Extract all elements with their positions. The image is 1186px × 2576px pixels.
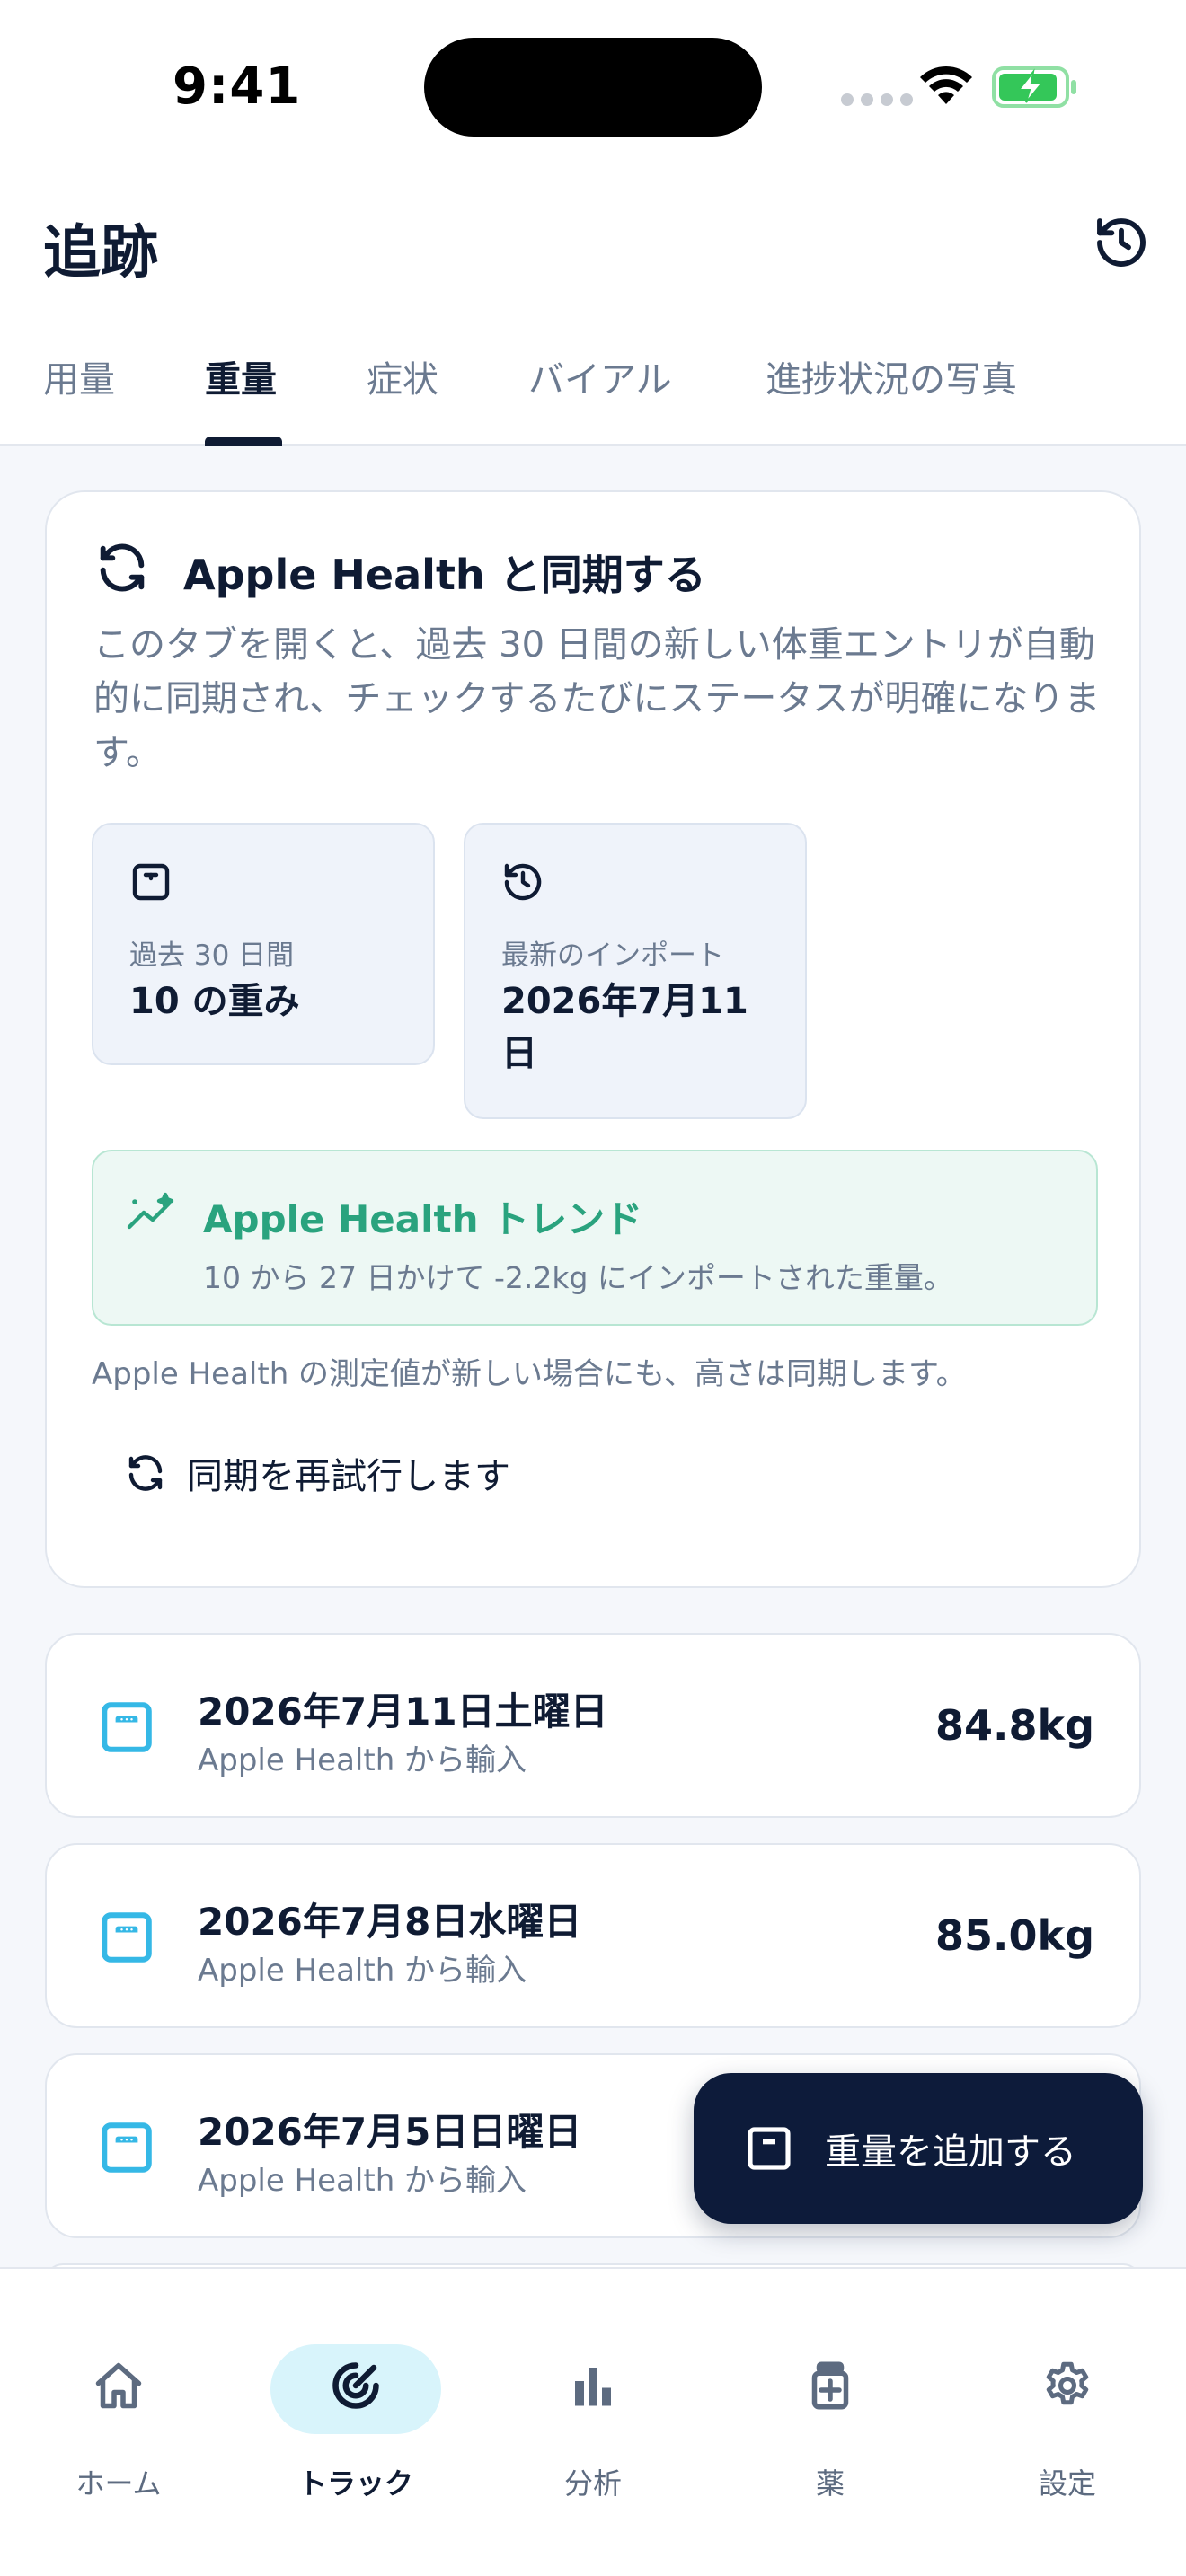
- bottom-nav: ホーム トラック 分析 薬 設定: [0, 2267, 1186, 2576]
- sync-note: Apple Health の測定値が新しい場合にも、高さは同期します。: [92, 1356, 967, 1392]
- stat-weights-30-days: 過去 30 日間 10 の重み: [92, 823, 435, 1065]
- entry-date: 2026年7月11日土曜日: [198, 1689, 608, 1734]
- nav-home[interactable]: ホーム: [20, 2308, 217, 2501]
- trend-box: Apple Health トレンド 10 から 27 日かけて -2.2kg に…: [92, 1150, 1098, 1326]
- home-icon: [92, 2359, 146, 2413]
- gear-icon: [1040, 2359, 1094, 2413]
- active-tab-indicator: [205, 437, 282, 446]
- scale-icon: [748, 2127, 791, 2170]
- scale-icon: [102, 1702, 152, 1752]
- trend-text: 10 から 27 日かけて -2.2kg にインポートされた重量。: [203, 1260, 953, 1295]
- trend-title: Apple Health トレンド: [203, 1197, 643, 1241]
- sync-icon: [128, 1455, 163, 1491]
- medicine-icon: [803, 2359, 857, 2413]
- tab-bar: 用量 重量 症状 バイアル 進捗状況の写真: [0, 350, 1186, 446]
- weight-entry[interactable]: 2026年7月11日土曜日 Apple Health から輸入 84.8kg: [45, 1633, 1141, 1818]
- stat-label: 最新のインポート: [501, 940, 724, 972]
- tab-dose[interactable]: 用量: [43, 350, 115, 402]
- status-time: 9:41: [173, 57, 302, 116]
- apple-health-sync-card: Apple Health と同期する このタブを開くと、過去 30 日間の新しい…: [45, 490, 1141, 1588]
- sync-card-description: このタブを開くと、過去 30 日間の新しい体重エントリが自動的に同期され、チェッ…: [93, 624, 1101, 773]
- entry-date: 2026年7月5日日曜日: [198, 2110, 582, 2154]
- entry-source: Apple Health から輸入: [198, 1742, 527, 1778]
- entry-source: Apple Health から輸入: [198, 1953, 527, 1989]
- target-icon: [329, 2359, 383, 2413]
- stat-value: 2026年7月11日: [501, 981, 748, 1074]
- nav-label: 薬: [815, 2466, 845, 2501]
- nav-label: 設定: [1038, 2466, 1096, 2501]
- scale-icon: [102, 2122, 152, 2173]
- tab-symptoms[interactable]: 症状: [367, 350, 438, 402]
- tab-vials[interactable]: バイアル: [528, 350, 672, 402]
- add-weight-label: 重量を追加する: [825, 2131, 1076, 2173]
- history-icon: [1097, 218, 1146, 267]
- stat-value: 10 の重み: [129, 981, 300, 1022]
- history-icon: [504, 863, 542, 901]
- stat-latest-import: 最新のインポート 2026年7月11日: [464, 823, 807, 1119]
- app-header: 追跡 用量 重量 症状 バイアル 進捗状況の写真: [0, 171, 1186, 446]
- nav-label: トラック: [297, 2466, 413, 2501]
- retry-sync-button[interactable]: 同期を再試行します: [124, 1437, 510, 1509]
- cellular-signal-icon: [841, 93, 913, 106]
- add-weight-button[interactable]: 重量を追加する: [694, 2073, 1143, 2224]
- sync-card-title: Apple Health と同期する: [183, 551, 706, 599]
- bar-chart-icon: [566, 2359, 620, 2413]
- tab-progress-photos[interactable]: 進捗状況の写真: [766, 350, 1017, 402]
- entry-weight: 84.8kg: [934, 1701, 1094, 1750]
- stat-label: 過去 30 日間: [129, 940, 295, 972]
- nav-label: 分析: [563, 2466, 622, 2501]
- nav-settings[interactable]: 設定: [969, 2308, 1166, 2501]
- status-bar: 9:41: [0, 0, 1186, 171]
- entry-date: 2026年7月8日水曜日: [198, 1900, 582, 1944]
- page-title: 追跡: [43, 220, 158, 287]
- wifi-icon: [920, 66, 972, 104]
- entry-weight: 85.0kg: [934, 1911, 1094, 1960]
- tab-weight[interactable]: 重量: [205, 350, 277, 402]
- nav-medication[interactable]: 薬: [731, 2308, 929, 2501]
- history-button[interactable]: [1089, 210, 1154, 275]
- dynamic-island: [424, 38, 762, 137]
- nav-label: ホーム: [75, 2466, 162, 2501]
- battery-charging-icon: [992, 66, 1076, 108]
- scale-icon: [132, 863, 170, 901]
- entry-source: Apple Health から輸入: [198, 2163, 527, 2199]
- retry-sync-label: 同期を再試行します: [187, 1456, 510, 1497]
- sparkle-trend-icon: [127, 1192, 174, 1230]
- sync-icon: [100, 543, 145, 592]
- nav-track[interactable]: トラック: [257, 2308, 455, 2501]
- weight-entry[interactable]: 2026年7月8日水曜日 Apple Health から輸入 85.0kg: [45, 1843, 1141, 2028]
- nav-analytics[interactable]: 分析: [494, 2308, 692, 2501]
- scale-icon: [102, 1912, 152, 1963]
